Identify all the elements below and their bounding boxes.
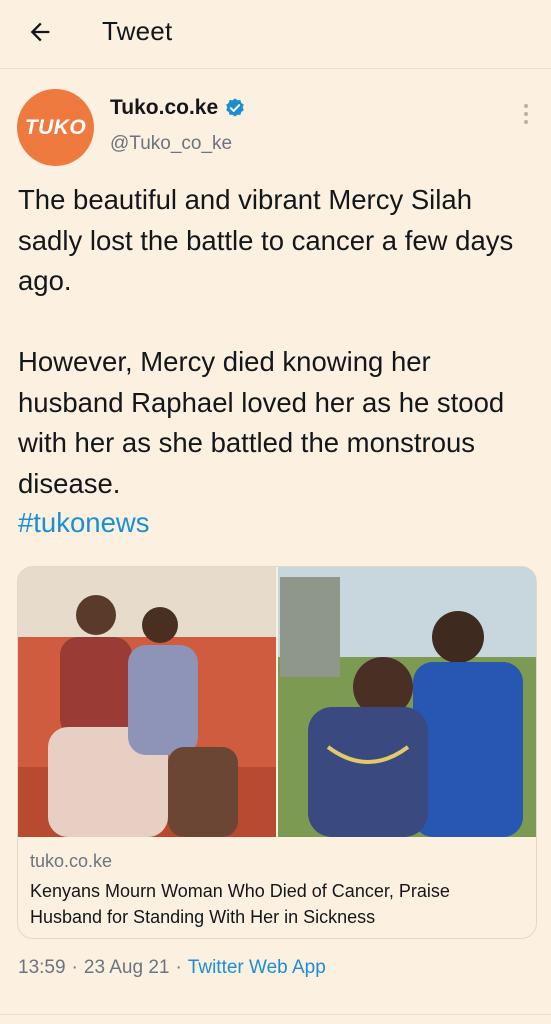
avatar[interactable]: TUKO [17,89,94,166]
tweet-date[interactable]: 23 Aug 21 [84,957,170,979]
tweet-text: The beautiful and vibrant Mercy Silah sa… [18,184,514,499]
author-name[interactable]: Tuko.co.ke [110,96,246,120]
hashtag-link[interactable]: #tukonews [18,507,149,539]
tweet-time[interactable]: 13:59 [18,957,66,979]
arrow-left-icon [30,22,50,42]
meta-separator: · [71,957,78,978]
card-photo-collage [18,567,536,837]
card-domain: tuko.co.ke [30,851,113,871]
more-options-button[interactable] [512,100,540,128]
divider [0,1014,551,1015]
tweet-meta: 13:59 · 23 Aug 21 · Twitter Web App [18,957,326,979]
avatar-logo-text: TUKO [24,115,87,139]
tweet-detail-screen: Tweet TUKO Tuko.co.ke @Tuko_co_ke The be… [0,0,551,1024]
verified-badge-icon [224,97,246,119]
tweet-source-link[interactable]: Twitter Web App [188,957,326,979]
back-button[interactable] [20,12,60,52]
card-title: Kenyans Mourn Woman Who Died of Cancer, … [30,881,450,927]
page-title: Tweet [102,16,173,46]
author-handle[interactable]: @Tuko_co_ke [110,133,232,155]
author-name-label: Tuko.co.ke [110,96,219,119]
meta-separator: · [175,957,182,978]
more-vertical-icon [524,104,528,124]
top-bar: Tweet [0,0,551,69]
link-preview-card[interactable]: tuko.co.ke Kenyans Mourn Woman Who Died … [17,566,537,939]
